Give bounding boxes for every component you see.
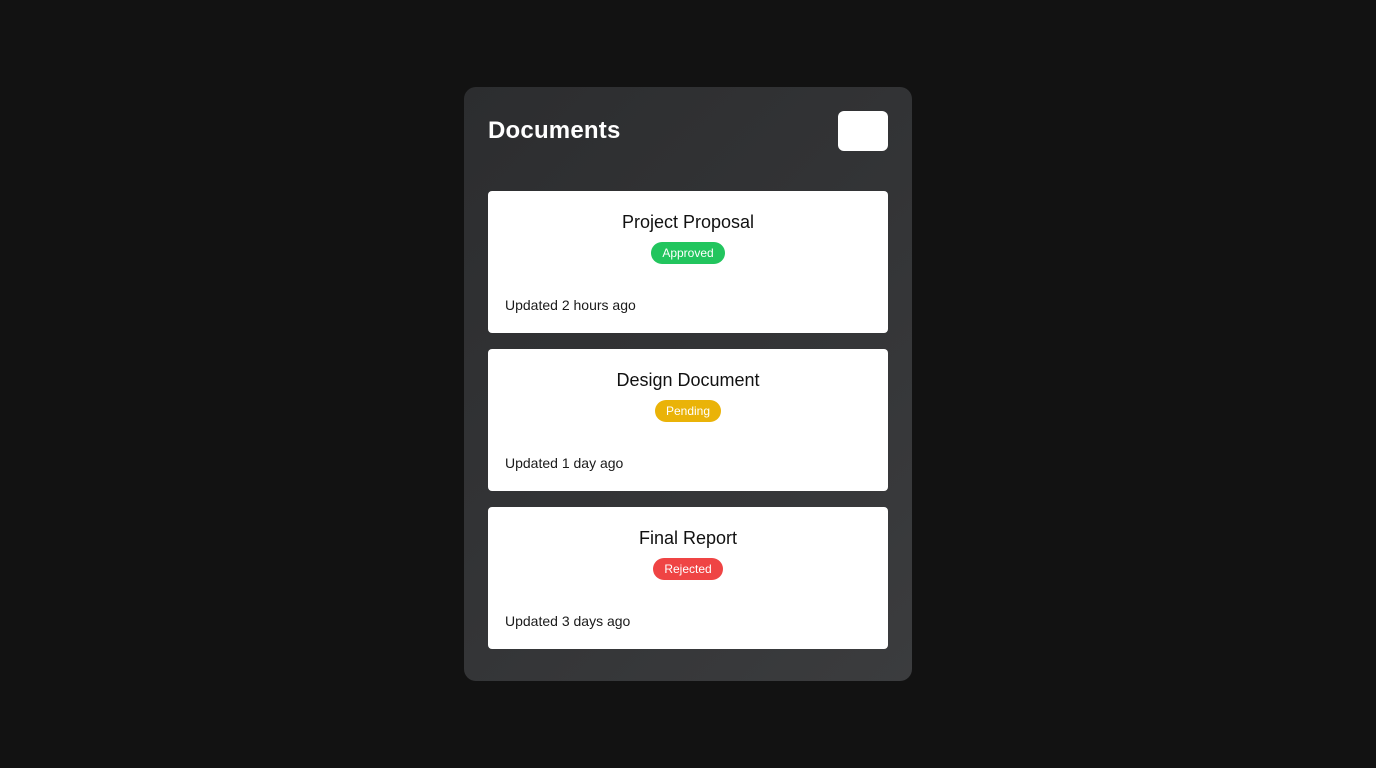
document-card-project-proposal[interactable]: Project Proposal Approved Updated 2 hour… (488, 191, 888, 333)
header-action-button[interactable] (838, 111, 888, 151)
document-card-design-document[interactable]: Design Document Pending Updated 1 day ag… (488, 349, 888, 491)
status-badge: Pending (654, 400, 722, 422)
badge-row: Rejected (505, 558, 871, 580)
badge-row: Approved (505, 242, 871, 264)
badge-row: Pending (505, 400, 871, 422)
updated-timestamp: Updated 1 day ago (505, 455, 624, 471)
updated-timestamp: Updated 3 days ago (505, 613, 631, 629)
document-list: Project Proposal Approved Updated 2 hour… (488, 191, 888, 649)
status-badge: Approved (651, 242, 725, 264)
panel-header: Documents (488, 111, 888, 151)
status-badge: Rejected (653, 558, 723, 580)
updated-timestamp: Updated 2 hours ago (505, 297, 636, 313)
document-card-final-report[interactable]: Final Report Rejected Updated 3 days ago (488, 507, 888, 649)
document-title: Design Document (616, 370, 760, 390)
documents-panel: Documents Project Proposal Approved Upda… (464, 87, 912, 681)
document-title: Final Report (638, 528, 738, 548)
page-title: Documents (488, 117, 621, 144)
document-title: Project Proposal (621, 212, 755, 232)
